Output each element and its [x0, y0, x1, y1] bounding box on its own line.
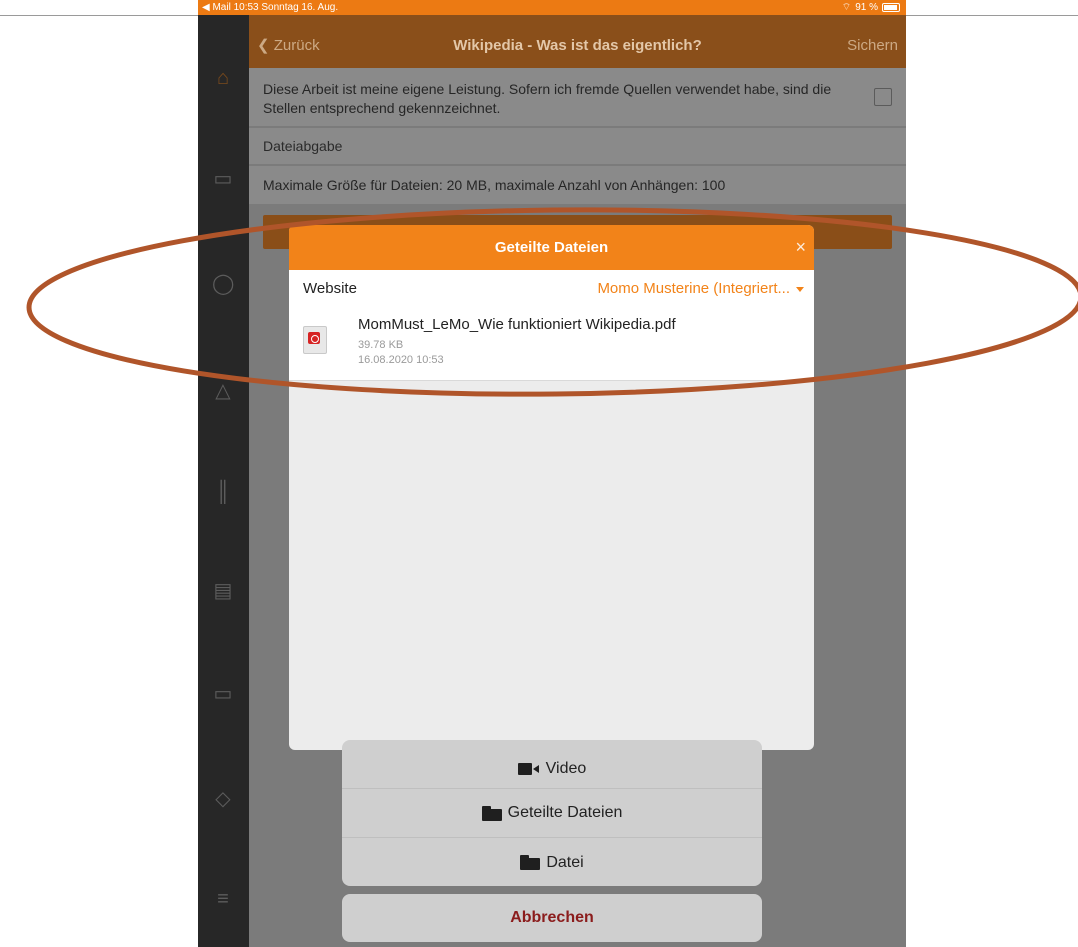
file-size: 39.78 KB	[358, 339, 404, 351]
file-name: MomMust_LeMo_Wie funktioniert Wikipedia.…	[358, 316, 676, 333]
video-label: Video	[545, 760, 587, 777]
pdf-file-icon	[303, 326, 327, 354]
shared-files-modal: Geteilte Dateien × Website Momo Musterin…	[289, 225, 814, 750]
close-icon[interactable]: ×	[795, 225, 806, 270]
modal-header: Geteilte Dateien ×	[289, 225, 814, 270]
menu-icon[interactable]: ≡	[212, 888, 234, 910]
status-bar: ◀ Mail 10:53 Sonntag 16. Aug. ⌔ 91 %	[198, 0, 906, 15]
action-sheet: Video Geteilte Dateien Datei	[342, 740, 762, 886]
calendar-icon[interactable]: ▭	[212, 168, 234, 190]
shared-files-option[interactable]: Geteilte Dateien	[342, 789, 762, 838]
folder-icon	[520, 855, 541, 870]
declaration-row[interactable]: Diese Arbeit ist meine eigene Leistung. …	[249, 68, 906, 126]
video-camera-icon	[517, 763, 540, 775]
home-icon[interactable]: ⌂	[212, 67, 234, 89]
news-icon[interactable]: ▤	[212, 580, 234, 602]
nav-bar: ❮ Zurück Wikipedia - Was ist das eigentl…	[249, 15, 906, 68]
wifi-icon: ⌔	[841, 2, 852, 13]
declaration-text: Diese Arbeit ist meine eigene Leistung. …	[263, 81, 832, 116]
file-date: 16.08.2020 10:53	[358, 354, 444, 366]
shared-files-label: Geteilte Dateien	[507, 804, 623, 821]
declaration-checkbox[interactable]	[874, 88, 892, 106]
list-item[interactable]: MomMust_LeMo_Wie funktioniert Wikipedia.…	[289, 308, 814, 381]
sidebar: ⌂ ▭ ◯ △ ║ ▤ ▭ ◇ ≡	[198, 15, 249, 947]
source-filter: Website Momo Musterine (Integriert...	[289, 270, 814, 308]
limits-text: Maximale Größe für Dateien: 20 MB, maxim…	[249, 166, 906, 204]
chat-icon[interactable]: ◯	[212, 273, 234, 295]
folder-icon	[481, 805, 502, 821]
modal-title: Geteilte Dateien	[494, 239, 609, 256]
caret-down-icon	[796, 286, 804, 292]
source-select[interactable]: Momo Musterine (Integriert...	[597, 270, 804, 308]
status-right: ⌔ 91 %	[842, 0, 900, 15]
filter-label: Website	[303, 280, 357, 297]
status-left: ◀ Mail 10:53 Sonntag 16. Aug.	[202, 2, 339, 13]
section-header: Dateiabgabe	[249, 128, 906, 164]
modal-body: Website Momo Musterine (Integriert... Mo…	[289, 270, 814, 381]
video-option[interactable]: Video	[342, 740, 762, 789]
chart-icon[interactable]: ║	[212, 481, 234, 503]
source-select-value: Momo Musterine (Integriert...	[597, 280, 790, 297]
file-label: Datei	[546, 853, 584, 871]
tag-icon[interactable]: ◇	[212, 788, 234, 810]
folder-icon[interactable]: ▭	[212, 683, 234, 705]
battery-percent: 91 %	[855, 2, 878, 13]
file-option[interactable]: Datei	[342, 838, 762, 886]
battery-icon	[882, 3, 900, 12]
bell-icon[interactable]: △	[212, 380, 234, 402]
cancel-button[interactable]: Abbrechen	[342, 894, 762, 942]
